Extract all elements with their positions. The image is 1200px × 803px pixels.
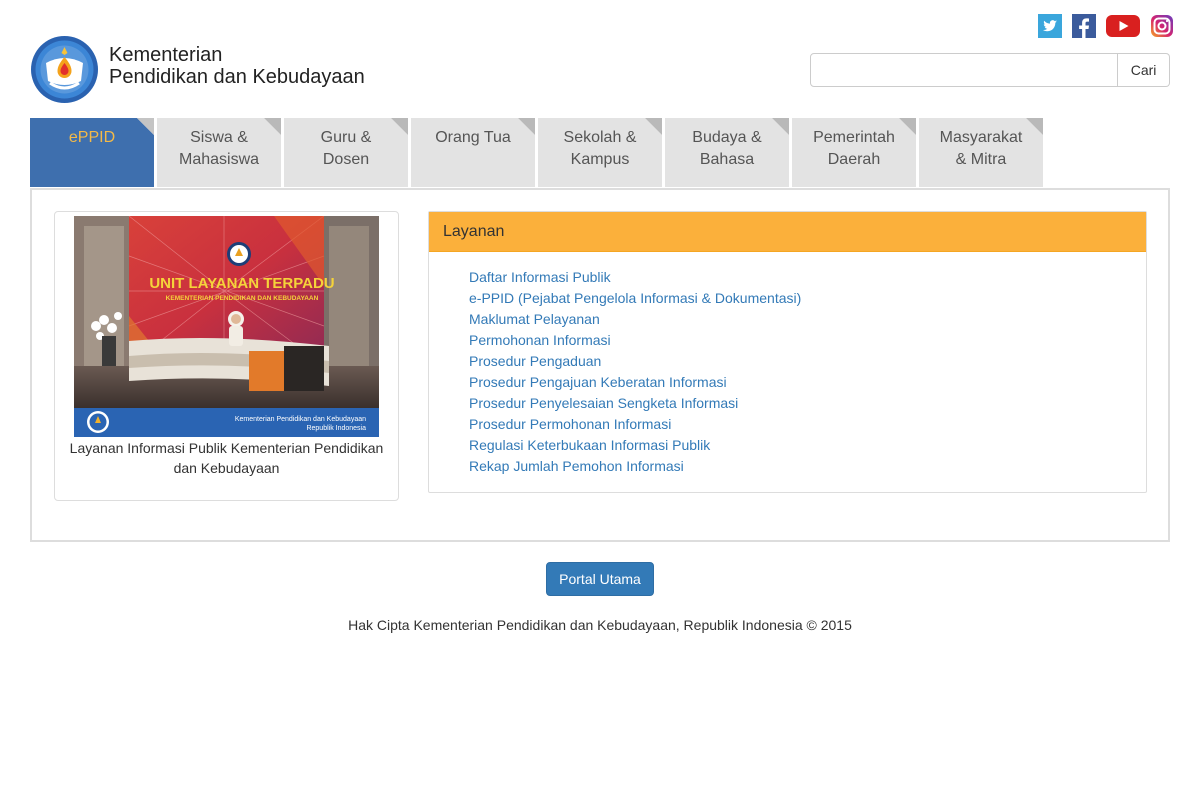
tab-eppid[interactable]: ePPID <box>30 118 154 187</box>
tab-label: Orang Tua <box>435 129 511 146</box>
twitter-icon[interactable] <box>1038 14 1062 38</box>
list-item: Prosedur Permohonan Informasi <box>469 415 1146 436</box>
photo-banner-line-1: Kementerian Pendidikan dan Kebudayaan <box>235 416 366 423</box>
search-input[interactable] <box>810 53 1119 87</box>
link-permohonan-informasi[interactable]: Permohonan Informasi <box>469 332 611 348</box>
list-item: Maklumat Pelayanan <box>469 310 1146 331</box>
tab-label: ePPID <box>68 129 116 146</box>
thumbnail-card: UNIT LAYANAN TERPADU KEMENTERIAN PENDIDI… <box>54 211 399 501</box>
service-desk-photo: UNIT LAYANAN TERPADU KEMENTERIAN PENDIDI… <box>74 216 379 437</box>
photo-sign-title: UNIT LAYANAN TERPADU <box>149 275 334 292</box>
layanan-panel: Layanan Daftar Informasi Publik e-PPID (… <box>428 211 1147 493</box>
link-prosedur-pengajuan-keberatan[interactable]: Prosedur Pengajuan Keberatan Informasi <box>469 374 727 390</box>
kemdikbud-logo[interactable] <box>30 35 99 104</box>
link-prosedur-penyelesaian-sengketa[interactable]: Prosedur Penyelesaian Sengketa Informasi <box>469 395 738 411</box>
tab-sekolah-kampus[interactable]: Sekolah & Kampus <box>538 118 662 187</box>
tab-pemerintah-daerah[interactable]: Pemerintah Daerah <box>792 118 916 187</box>
list-item: Prosedur Penyelesaian Sengketa Informasi <box>469 394 1146 415</box>
tab-guru-dosen[interactable]: Guru & Dosen <box>284 118 408 187</box>
link-daftar-informasi-publik[interactable]: Daftar Informasi Publik <box>469 269 611 285</box>
brand-name[interactable]: Kementerian Pendidikan dan Kebudayaan <box>109 44 365 88</box>
tab-siswa-mahasiswa[interactable]: Siswa & Mahasiswa <box>157 118 281 187</box>
youtube-icon[interactable] <box>1106 14 1140 38</box>
list-item: e-PPID (Pejabat Pengelola Informasi & Do… <box>469 289 1146 310</box>
link-rekap-jumlah-pemohon[interactable]: Rekap Jumlah Pemohon Informasi <box>469 458 684 474</box>
link-regulasi-keterbukaan[interactable]: Regulasi Keterbukaan Informasi Publik <box>469 437 710 453</box>
facebook-icon[interactable] <box>1072 14 1096 38</box>
list-item: Prosedur Pengaduan <box>469 352 1146 373</box>
link-maklumat-pelayanan[interactable]: Maklumat Pelayanan <box>469 311 600 327</box>
tab-masyarakat-mitra[interactable]: Masyarakat & Mitra <box>919 118 1043 187</box>
brand-line-1: Kementerian <box>109 44 223 66</box>
search-button[interactable]: Cari <box>1118 53 1170 87</box>
list-item: Daftar Informasi Publik <box>469 268 1146 289</box>
thumbnail-caption: Layanan Informasi Publik Kementerian Pen… <box>69 440 384 476</box>
link-prosedur-pengaduan[interactable]: Prosedur Pengaduan <box>469 353 601 369</box>
list-item: Rekap Jumlah Pemohon Informasi <box>469 457 1146 478</box>
brand-line-2: Pendidikan dan Kebudayaan <box>109 66 365 88</box>
link-prosedur-permohonan-informasi[interactable]: Prosedur Permohonan Informasi <box>469 416 671 432</box>
photo-sign-subtitle: KEMENTERIAN PENDIDIKAN DAN KEBUDAYAAN <box>166 295 319 302</box>
social-links <box>1028 14 1174 38</box>
tab-orang-tua[interactable]: Orang Tua <box>411 118 535 187</box>
photo-banner-line-2: Republik Indonesia <box>306 425 366 432</box>
list-item: Permohonan Informasi <box>469 331 1146 352</box>
service-link-list: Daftar Informasi Publik e-PPID (Pejabat … <box>429 252 1146 478</box>
main-nav-tabs: ePPID Siswa & Mahasiswa Guru & Dosen Orang… <box>30 118 1046 187</box>
portal-utama-button[interactable]: Portal Utama <box>546 562 654 596</box>
panel-title: Layanan <box>429 212 1146 252</box>
search-form: Cari <box>810 53 1170 87</box>
list-item: Prosedur Pengajuan Keberatan Informasi <box>469 373 1146 394</box>
list-item: Regulasi Keterbukaan Informasi Publik <box>469 436 1146 457</box>
tab-content: UNIT LAYANAN TERPADU KEMENTERIAN PENDIDI… <box>30 188 1170 542</box>
link-e-ppid[interactable]: e-PPID (Pejabat Pengelola Informasi & Do… <box>469 290 801 306</box>
tab-budaya-bahasa[interactable]: Budaya & Bahasa <box>665 118 789 187</box>
instagram-icon[interactable] <box>1150 14 1174 38</box>
copyright-text: Hak Cipta Kementerian Pendidikan dan Keb… <box>348 617 852 633</box>
